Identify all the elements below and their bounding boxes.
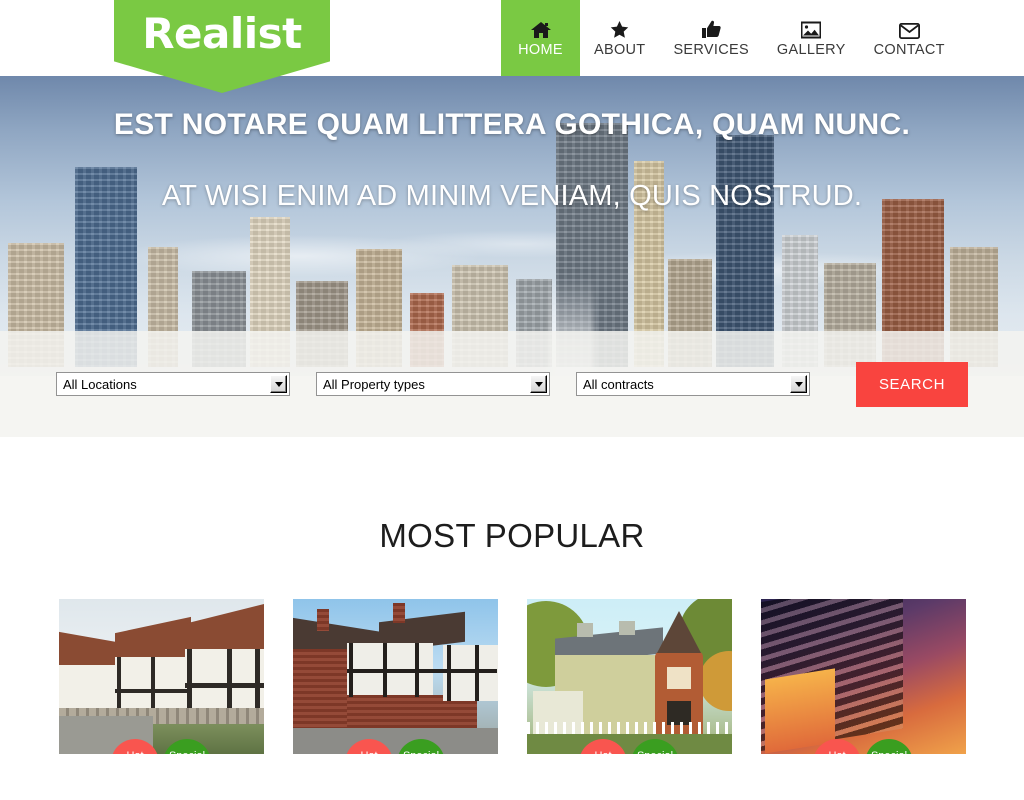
- main-content: MOST POPULAR: [0, 437, 1024, 800]
- property-card-image[interactable]: Hot Offer Special Offer: [58, 599, 264, 754]
- special-offer-badge[interactable]: Special Offer: [631, 739, 679, 754]
- home-icon: [530, 17, 551, 39]
- thumbs-up-icon: [701, 17, 721, 39]
- hot-offer-badge[interactable]: Hot Offer: [345, 739, 393, 754]
- main-navigation: HOME ABOUT SERVICES GALLERY CONTACT: [501, 0, 959, 76]
- hero-title: EST NOTARE QUAM LITTERA GOTHICA, QUAM NU…: [113, 108, 911, 141]
- property-card[interactable]: Hot Offer Special Offer House4: [760, 599, 966, 800]
- hot-offer-badge-line1: Hot: [828, 750, 845, 754]
- card-badges: Hot Offer Special Offer: [579, 739, 679, 754]
- nav-item-contact[interactable]: CONTACT: [860, 0, 959, 76]
- property-type-select-wrapper: All Property types: [316, 372, 550, 396]
- property-card-image[interactable]: Hot Offer Special Offer: [526, 599, 732, 754]
- hot-offer-badge-line1: Hot: [126, 750, 143, 754]
- hero-subtitle: AT WISI ENIM AD MINIM VENIAM, QUIS NOSTR…: [161, 180, 863, 212]
- property-search-bar: All Locations All Property types All con…: [0, 331, 1024, 437]
- nav-item-gallery[interactable]: GALLERY: [763, 0, 860, 76]
- hot-offer-badge[interactable]: Hot Offer: [111, 739, 159, 754]
- property-card[interactable]: Hot Offer Special Offer House2: [292, 599, 498, 800]
- envelope-icon: [898, 17, 920, 39]
- property-card-image[interactable]: Hot Offer Special Offer: [760, 599, 966, 754]
- site-logo[interactable]: Realist: [114, 0, 330, 93]
- special-offer-badge-line1: Special: [871, 750, 907, 754]
- section-title-most-popular: MOST POPULAR: [379, 517, 645, 554]
- special-offer-badge-line1: Special: [637, 750, 673, 754]
- hero-text-block: EST NOTARE QUAM LITTERA GOTHICA, QUAM NU…: [0, 76, 1024, 213]
- nav-label-gallery: GALLERY: [776, 42, 846, 58]
- special-offer-badge[interactable]: Special Offer: [397, 739, 445, 754]
- contract-select[interactable]: All contracts: [576, 372, 810, 396]
- property-type-select[interactable]: All Property types: [316, 372, 550, 396]
- special-offer-badge-line1: Special: [169, 750, 205, 754]
- card-badges: Hot Offer Special Offer: [345, 739, 445, 754]
- nav-item-home[interactable]: HOME: [501, 0, 580, 76]
- hot-offer-badge-line1: Hot: [360, 750, 377, 754]
- star-icon: [610, 17, 629, 39]
- nav-label-about: ABOUT: [594, 42, 646, 58]
- nav-item-services[interactable]: SERVICES: [659, 0, 762, 76]
- special-offer-badge[interactable]: Special Offer: [865, 739, 913, 754]
- page-root: HOME ABOUT SERVICES GALLERY CONTACT Real…: [0, 0, 1024, 800]
- nav-label-contact: CONTACT: [873, 42, 945, 58]
- card-badges: Hot Offer Special Offer: [111, 739, 211, 754]
- logo-text: Realist: [142, 9, 302, 58]
- contract-select-wrapper: All contracts: [576, 372, 810, 396]
- image-icon: [801, 17, 822, 39]
- special-offer-badge-line1: Special: [403, 750, 439, 754]
- location-select-wrapper: All Locations: [56, 372, 290, 396]
- nav-label-services: SERVICES: [673, 42, 749, 58]
- hot-offer-badge[interactable]: Hot Offer: [813, 739, 861, 754]
- nav-item-about[interactable]: ABOUT: [580, 0, 659, 76]
- property-card-grid: Hot Offer Special Offer House1: [0, 599, 1024, 800]
- location-select[interactable]: All Locations: [56, 372, 290, 396]
- property-card-image[interactable]: Hot Offer Special Offer: [292, 599, 498, 754]
- property-card[interactable]: Hot Offer Special Offer House1: [58, 599, 264, 800]
- hot-offer-badge-line1: Hot: [594, 750, 611, 754]
- property-card[interactable]: Hot Offer Special Offer House3: [526, 599, 732, 800]
- special-offer-badge[interactable]: Special Offer: [163, 739, 211, 754]
- nav-label-home: HOME: [518, 42, 563, 58]
- card-badges: Hot Offer Special Offer: [813, 739, 913, 754]
- hot-offer-badge[interactable]: Hot Offer: [579, 739, 627, 754]
- search-button[interactable]: SEARCH: [856, 361, 968, 407]
